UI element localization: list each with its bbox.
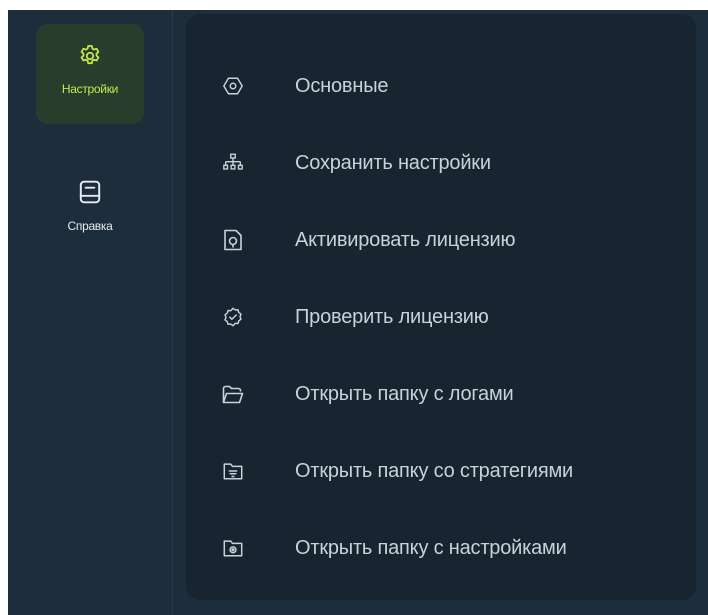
sidebar: Настройки Справка: [8, 10, 172, 615]
menu-item-open-settings-folder[interactable]: Открыть папку с настройками: [186, 524, 696, 572]
sidebar-item-settings[interactable]: Настройки: [36, 24, 144, 124]
menu-item-general[interactable]: Основные: [186, 62, 696, 110]
menu-item-check-license[interactable]: Проверить лицензию: [186, 293, 696, 341]
hexagon-icon: [220, 73, 246, 99]
menu-item-label: Проверить лицензию: [295, 305, 489, 328]
hierarchy-icon: [220, 150, 246, 176]
menu-item-label: Сохранить настройки: [295, 151, 491, 174]
license-file-icon: [220, 227, 246, 253]
sidebar-item-label: Настройки: [61, 82, 119, 96]
menu-item-activate-license[interactable]: Активировать лицензию: [186, 216, 696, 264]
folder-strategy-icon: [220, 458, 246, 484]
sidebar-item-help[interactable]: Справка: [36, 160, 144, 250]
menu-item-label: Открыть папку со стратегиями: [295, 459, 573, 482]
book-icon: [76, 178, 104, 206]
gear-icon: [76, 42, 104, 70]
folder-settings-icon: [220, 535, 246, 561]
menu-item-label: Открыть папку с логами: [295, 382, 514, 405]
menu-item-label: Активировать лицензию: [295, 228, 516, 251]
folder-open-icon: [220, 381, 246, 407]
menu-item-label: Открыть папку с настройками: [295, 536, 567, 559]
menu-item-open-strategies-folder[interactable]: Открыть папку со стратегиями: [186, 447, 696, 495]
app-window: Настройки Справка Основные Сохранить нас…: [8, 10, 708, 615]
sidebar-item-label: Справка: [67, 219, 113, 233]
sidebar-divider: [172, 10, 173, 615]
menu-item-save-settings[interactable]: Сохранить настройки: [186, 139, 696, 187]
verified-badge-icon: [220, 304, 246, 330]
menu-item-label: Основные: [295, 74, 389, 97]
menu-item-open-logs-folder[interactable]: Открыть папку с логами: [186, 370, 696, 418]
settings-menu-panel: Основные Сохранить настройки Активироват…: [186, 14, 696, 600]
